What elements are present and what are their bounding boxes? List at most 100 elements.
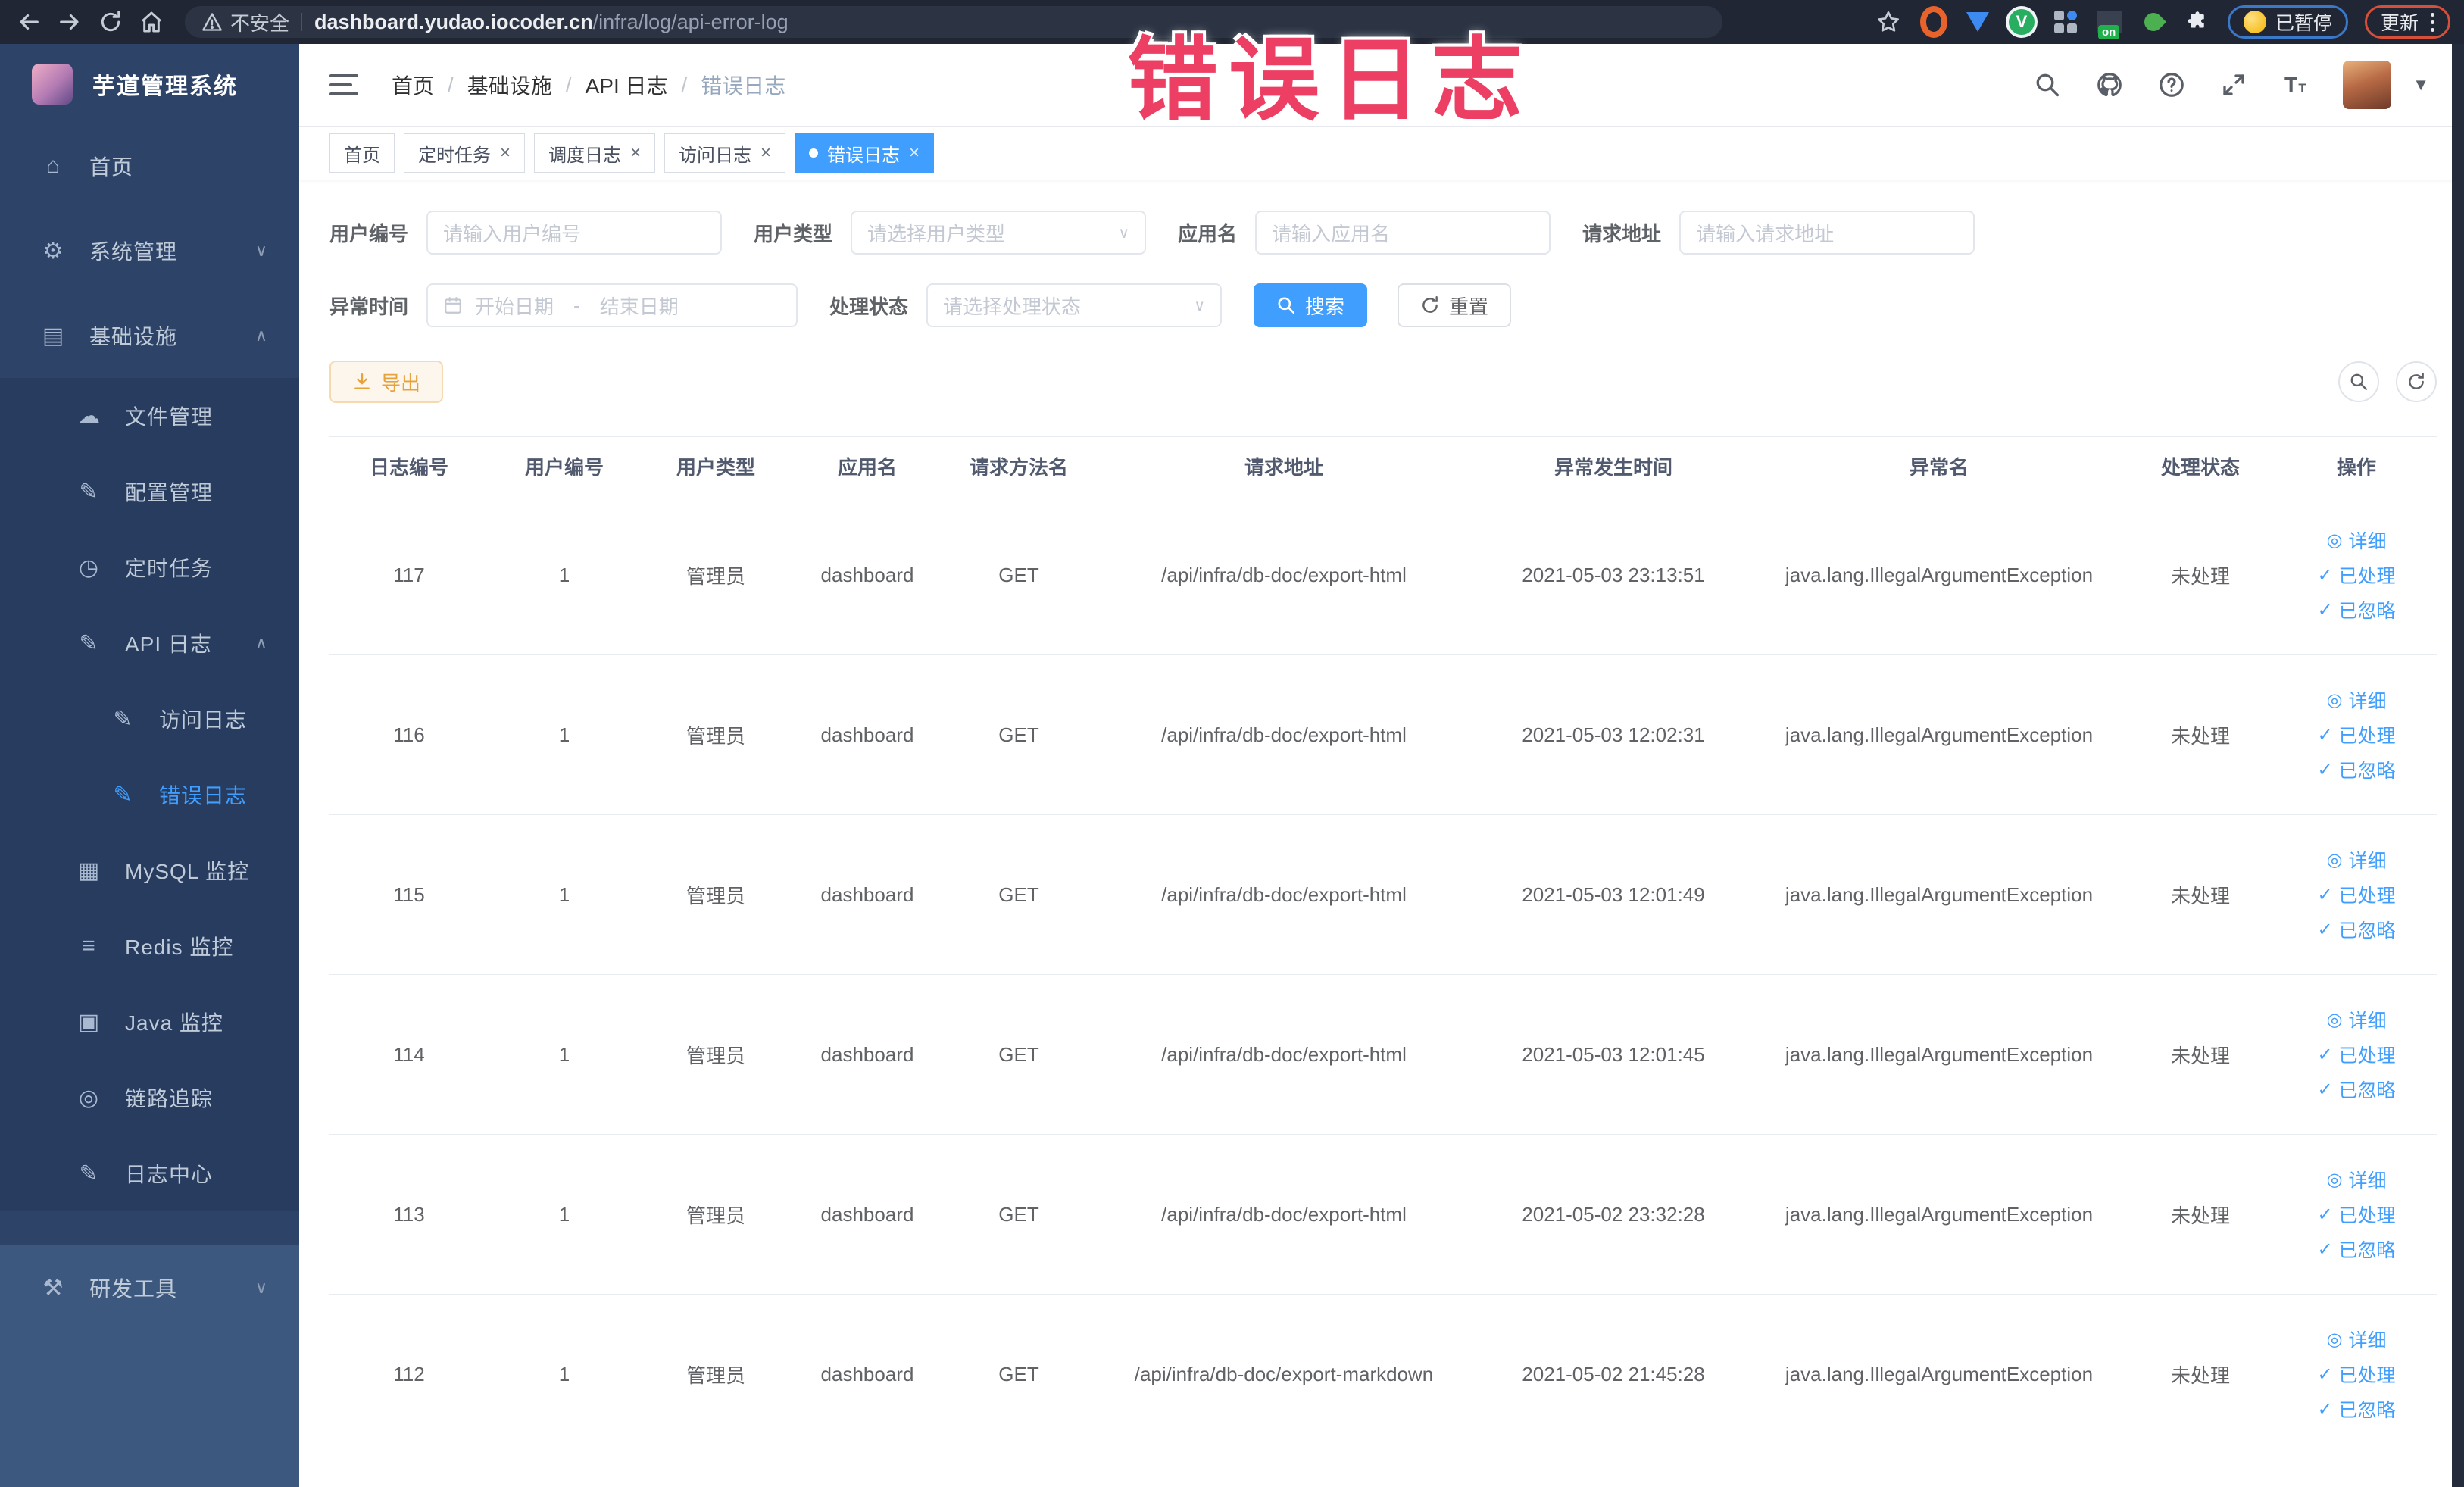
ignored-link[interactable]: ✓ 已忽略 [2317,1395,2395,1423]
ignored-link[interactable]: ✓ 已忽略 [2317,916,2395,943]
page-scrollbar[interactable] [2452,44,2464,1487]
close-icon[interactable]: × [760,144,771,162]
breadcrumb-item[interactable]: 基础设施 [467,70,552,100]
request-url-input[interactable]: 请输入请求地址 [1679,211,1975,255]
browser-forward-icon[interactable] [55,7,85,37]
refresh-table-button[interactable] [2396,361,2437,402]
export-button[interactable]: 导出 [329,361,444,403]
processed-link[interactable]: ✓ 已处理 [2317,561,2395,589]
bookmark-star-icon[interactable] [1873,7,1903,37]
ignored-link[interactable]: ✓ 已忽略 [2317,1076,2395,1103]
app-logo [32,63,73,105]
toggle-search-button[interactable] [2338,361,2379,402]
processed-link[interactable]: ✓ 已处理 [2317,1201,2395,1228]
browser-home-icon[interactable] [136,7,167,37]
browser-reload-icon[interactable] [95,7,126,37]
orange-ring-extension-icon[interactable] [1919,6,1947,38]
detail-link[interactable]: ◎ 详细 [2327,846,2387,873]
tab-定时任务[interactable]: 定时任务 × [404,133,526,173]
search-icon [2350,373,2367,390]
processed-link[interactable]: ✓ 已处理 [2317,721,2395,748]
user-menu-caret-icon[interactable]: ▼ [2412,75,2429,95]
tab-调度日志[interactable]: 调度日志 × [534,133,656,173]
on-badge-extension-icon[interactable]: on [2096,8,2123,39]
chevron-down-icon: ∨ [255,241,267,260]
help-icon[interactable] [2156,70,2187,100]
user-avatar[interactable] [2343,61,2392,109]
sidebar-item-home[interactable]: ⌂ 首页 [0,123,299,208]
sidebar-item-log-center[interactable]: ✎ 日志中心 [0,1136,299,1211]
table-cell: 2021-05-03 12:01:45 [1522,1042,1705,1066]
detail-link[interactable]: ◎ 详细 [2327,526,2387,554]
app-name-input[interactable]: 请输入应用名 [1255,211,1551,255]
sidebar-item-java[interactable]: ▣ Java 监控 [0,984,299,1060]
user-type-select[interactable]: 请选择用户类型 ∨ [851,211,1147,255]
user-type-label: 用户类型 [754,222,833,245]
search-icon[interactable] [2032,70,2063,100]
processed-link[interactable]: ✓ 已处理 [2317,1360,2395,1388]
process-status-select[interactable]: 请选择处理状态 ∨ [926,283,1223,327]
sidebar-item-mysql[interactable]: ▦ MySQL 监控 [0,833,299,908]
sidebar-item-access-log[interactable]: ✎ 访问日志 [0,681,299,757]
sidebar-item-file[interactable]: ☁ 文件管理 [0,378,299,454]
profile-paused-badge[interactable]: 已暂停 [2227,5,2348,39]
sidebar-item-redis[interactable]: ≡ Redis 监控 [0,908,299,984]
breadcrumb-item[interactable]: API 日志 [586,70,668,100]
hamburger-icon[interactable] [329,74,358,95]
grid-extension-icon[interactable] [2052,8,2079,36]
table-cell: 未处理 [2170,1044,2230,1067]
puzzle-extensions-icon[interactable] [2184,8,2211,36]
font-size-icon[interactable]: TT [2281,70,2311,100]
check-icon: ✓ [2317,599,2333,620]
sidebar-item-dev-tool[interactable]: ⚒ 研发工具 ∨ [0,1245,299,1330]
processed-link[interactable]: ✓ 已处理 [2317,1041,2395,1068]
sidebar-item-api-log[interactable]: ✎ API 日志 ∧ [0,605,299,681]
tab-首页[interactable]: 首页 [329,133,395,173]
breadcrumb-item[interactable]: 首页 [392,70,434,100]
tab-错误日志[interactable]: 错误日志 × [795,133,935,173]
search-button[interactable]: 搜索 [1254,283,1368,327]
detail-link[interactable]: ◎ 详细 [2327,1326,2387,1353]
tab-访问日志[interactable]: 访问日志 × [664,133,786,173]
app-logo-row[interactable]: 芋道管理系统 [0,44,299,123]
github-icon[interactable] [2094,70,2125,100]
fullscreen-icon[interactable] [2219,70,2249,100]
detail-link[interactable]: ◎ 详细 [2327,686,2387,714]
plant-extension-icon[interactable] [2140,8,2167,36]
sidebar-item-system[interactable]: ⚙ 系统管理 ∨ [0,208,299,293]
detail-link[interactable]: ◎ 详细 [2327,1166,2387,1193]
close-icon[interactable]: × [500,144,511,162]
exception-time-range-picker[interactable]: 开始日期 - 结束日期 [426,283,798,327]
table-cell: /api/infra/db-doc/export-html [1161,883,1407,906]
actions-cell: ◎ 详细 ✓ 已处理 ✓ 已忽略 [2276,975,2437,1134]
sidebar-item-job[interactable]: ◷ 定时任务 [0,530,299,605]
log-icon: ✎ [79,1161,98,1186]
browser-menu-icon[interactable] [2428,12,2434,32]
request-url-label: 请求地址 [1582,222,1662,245]
close-icon[interactable]: × [630,144,641,162]
sidebar-item-infra[interactable]: ▤ 基础设施 ∧ [0,293,299,378]
table-cell: dashboard [820,1042,914,1066]
reset-button[interactable]: 重置 [1398,283,1512,327]
ignored-link[interactable]: ✓ 已忽略 [2317,1236,2395,1263]
detail-link[interactable]: ◎ 详细 [2327,1006,2387,1033]
table-cell: GET [998,563,1039,586]
close-icon[interactable]: × [909,144,920,162]
ignored-link[interactable]: ✓ 已忽略 [2317,756,2395,783]
column-header: 应用名 [837,455,897,479]
blue-drop-extension-icon[interactable] [1964,8,1991,36]
sidebar-item-config[interactable]: ✎ 配置管理 [0,454,299,530]
sidebar-item-trace[interactable]: ◎ 链路追踪 [0,1060,299,1136]
processed-link[interactable]: ✓ 已处理 [2317,881,2395,908]
table-row: 114 1 管理员 dashboard GET/api/infra/db-doc/exp… [329,975,2437,1135]
user-id-input[interactable]: 请输入用户编号 [426,211,723,255]
ignored-link[interactable]: ✓ 已忽略 [2317,596,2395,623]
sidebar-item-error-log[interactable]: ✎ 错误日志 [0,757,299,833]
table-row: 116 1 管理员 dashboard GET/api/infra/db-doc/exp… [329,655,2437,815]
actions-cell: ◎ 详细 ✓ 已处理 ✓ 已忽略 [2276,1295,2437,1454]
green-v-extension-icon[interactable]: V [2008,8,2035,36]
actions-cell: ◎ 详细 ✓ 已处理 ✓ 已忽略 [2276,1135,2437,1294]
browser-back-icon[interactable] [14,7,44,37]
browser-update-button[interactable]: 更新 [2364,5,2450,39]
app-name-label: 应用名 [1178,222,1238,245]
